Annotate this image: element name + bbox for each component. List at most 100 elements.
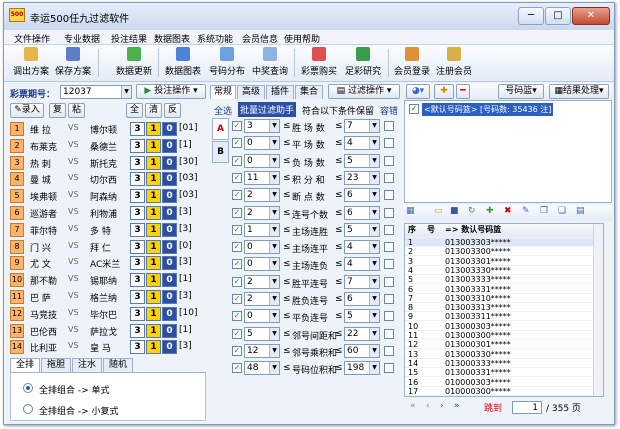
condition-max-select[interactable]: 6 ▼	[344, 292, 380, 306]
condition-min-select[interactable]: 2 ▼	[244, 205, 280, 220]
condition-checkbox[interactable]: ✓	[232, 328, 242, 339]
menu-file[interactable]: 文件操作	[14, 32, 50, 45]
next-page-icon[interactable]: ›	[440, 401, 444, 411]
condition-checkbox[interactable]: ✓	[232, 121, 242, 131]
result-lose-box[interactable]: 0	[162, 172, 177, 187]
bet-operation-button[interactable]: ▶ 投注操作 ▾	[136, 84, 206, 99]
condition-checkbox[interactable]: ✓	[232, 242, 242, 253]
condition-min-select[interactable]: 0 ▼	[244, 136, 280, 151]
result-draw-box[interactable]: 1	[146, 206, 161, 220]
table-row[interactable]: 12 013000301*****	[405, 340, 595, 350]
input-button[interactable]: ✎录入	[10, 103, 44, 118]
toolbar-folder-button[interactable]: 调出方案	[12, 47, 50, 80]
result-draw-box[interactable]: 1	[146, 323, 161, 338]
tab-plugin[interactable]: 插件	[266, 85, 294, 99]
result-win-box[interactable]: 3	[130, 122, 145, 136]
tab-water[interactable]: 注水	[72, 358, 102, 372]
result-draw-box[interactable]: 1	[146, 239, 161, 254]
table-row[interactable]: 3 013003301*****	[405, 257, 595, 266]
result-draw-box[interactable]: 1	[146, 306, 161, 321]
condition-checkbox[interactable]: ✓	[232, 311, 242, 322]
result-lose-box[interactable]: 0	[162, 239, 177, 254]
result-draw-box[interactable]: 1	[146, 273, 161, 288]
table-row[interactable]: 13 013000330*****	[405, 350, 595, 359]
condition-checkbox[interactable]: ✓	[232, 190, 242, 201]
tab-random[interactable]: 随机	[103, 358, 133, 372]
table-row[interactable]: 8 013003313*****	[405, 303, 595, 313]
tab-banker[interactable]: 拖胆	[41, 358, 71, 372]
condition-max-select[interactable]: 6 ▼	[344, 205, 380, 220]
paste-button[interactable]: 粘	[68, 103, 85, 118]
fault-checkbox[interactable]	[384, 242, 394, 253]
table-row[interactable]: 1 013003303*****	[405, 238, 595, 247]
result-lose-box[interactable]: 0	[162, 290, 177, 304]
result-win-box[interactable]: 3	[130, 323, 145, 338]
result-lose-box[interactable]: 0	[162, 323, 177, 338]
toolbar-grid-button[interactable]: 号码分布	[208, 47, 246, 80]
condition-min-select[interactable]: 3 ▼	[244, 119, 280, 133]
menu-system[interactable]: 系统功能	[197, 32, 233, 45]
fault-checkbox[interactable]	[384, 207, 394, 218]
export-icon[interactable]: ▤	[576, 206, 585, 216]
menu-member[interactable]: 会员信息	[242, 32, 278, 45]
condition-min-select[interactable]: 2 ▼	[244, 292, 280, 306]
result-win-box[interactable]: 3	[130, 172, 145, 187]
condition-max-select[interactable]: 7 ▼	[344, 119, 380, 133]
fault-checkbox[interactable]	[384, 276, 394, 287]
condition-max-select[interactable]: 23 ▼	[344, 170, 380, 185]
side-tab-a[interactable]: A	[212, 118, 229, 140]
result-draw-box[interactable]: 1	[146, 189, 161, 204]
toolbar-chart-button[interactable]: 数据图表	[164, 47, 202, 80]
condition-max-select[interactable]: 60 ▼	[344, 343, 380, 358]
result-lose-box[interactable]: 0	[162, 222, 177, 237]
tab-advanced[interactable]: 高级	[237, 85, 265, 99]
fault-checkbox[interactable]	[384, 172, 394, 183]
result-lose-box[interactable]: 0	[162, 189, 177, 204]
condition-max-select[interactable]: 6 ▼	[344, 188, 380, 203]
toolbar-register-button[interactable]: 注册会员	[434, 47, 474, 80]
toolbar-update-button[interactable]: 数据更新	[114, 47, 154, 80]
toolbar-query-button[interactable]: 中奖查询	[250, 47, 290, 80]
result-win-box[interactable]: 3	[130, 306, 145, 321]
table-row[interactable]: 10 013000303*****	[405, 322, 595, 331]
fault-checkbox[interactable]	[384, 345, 394, 356]
result-win-box[interactable]: 3	[130, 273, 145, 288]
toolbar-user-button[interactable]: 会员登录	[392, 47, 432, 80]
save-icon[interactable]: ■	[450, 206, 459, 216]
condition-max-select[interactable]: 5 ▼	[344, 309, 380, 324]
condition-max-select[interactable]: 198 ▼	[344, 361, 380, 376]
condition-min-select[interactable]: 2 ▼	[244, 274, 280, 289]
fault-checkbox[interactable]	[384, 363, 394, 374]
fault-checkbox[interactable]	[384, 155, 394, 166]
condition-min-select[interactable]: 0 ▼	[244, 240, 280, 255]
copy-button[interactable]: 复	[49, 103, 66, 118]
condition-checkbox[interactable]: ✓	[232, 207, 242, 218]
result-draw-box[interactable]: 1	[146, 340, 161, 355]
table-row[interactable]: 6 013003331*****	[405, 285, 595, 294]
condition-max-select[interactable]: 4 ▼	[344, 257, 380, 272]
menu-chart[interactable]: 数据图表	[154, 32, 190, 45]
delete-icon[interactable]: ✖	[504, 206, 512, 216]
table-row[interactable]: 4 013003330*****	[405, 266, 595, 275]
condition-max-select[interactable]: 4 ▼	[344, 136, 380, 151]
condition-min-select[interactable]: 2 ▼	[244, 188, 280, 203]
condition-min-select[interactable]: 11 ▼	[244, 170, 280, 185]
toolbar-research-button[interactable]: 足彩研究	[342, 47, 384, 80]
result-win-box[interactable]: 3	[130, 138, 145, 153]
table-row[interactable]: 2 013003300*****	[405, 247, 595, 257]
fault-tolerance-link[interactable]: 容错	[380, 104, 398, 117]
result-draw-box[interactable]: 1	[146, 122, 161, 136]
result-lose-box[interactable]: 0	[162, 122, 177, 136]
condition-checkbox[interactable]: ✓	[232, 172, 242, 183]
result-win-box[interactable]: 3	[130, 206, 145, 220]
jump-button[interactable]: 跳到	[484, 401, 502, 414]
globe-button[interactable]: ◕▾	[406, 84, 430, 99]
table-row[interactable]: 17 010000300*****	[405, 387, 595, 396]
minimize-button[interactable]: ─	[518, 7, 544, 25]
result-draw-box[interactable]: 1	[146, 155, 161, 170]
grid-scrollbar[interactable]	[593, 224, 603, 396]
table-row[interactable]: 11 013000300*****	[405, 331, 595, 340]
result-lose-box[interactable]: 0	[162, 273, 177, 288]
issue-select[interactable]: 12037 ▼	[60, 85, 132, 99]
condition-min-select[interactable]: 12 ▼	[244, 343, 280, 358]
